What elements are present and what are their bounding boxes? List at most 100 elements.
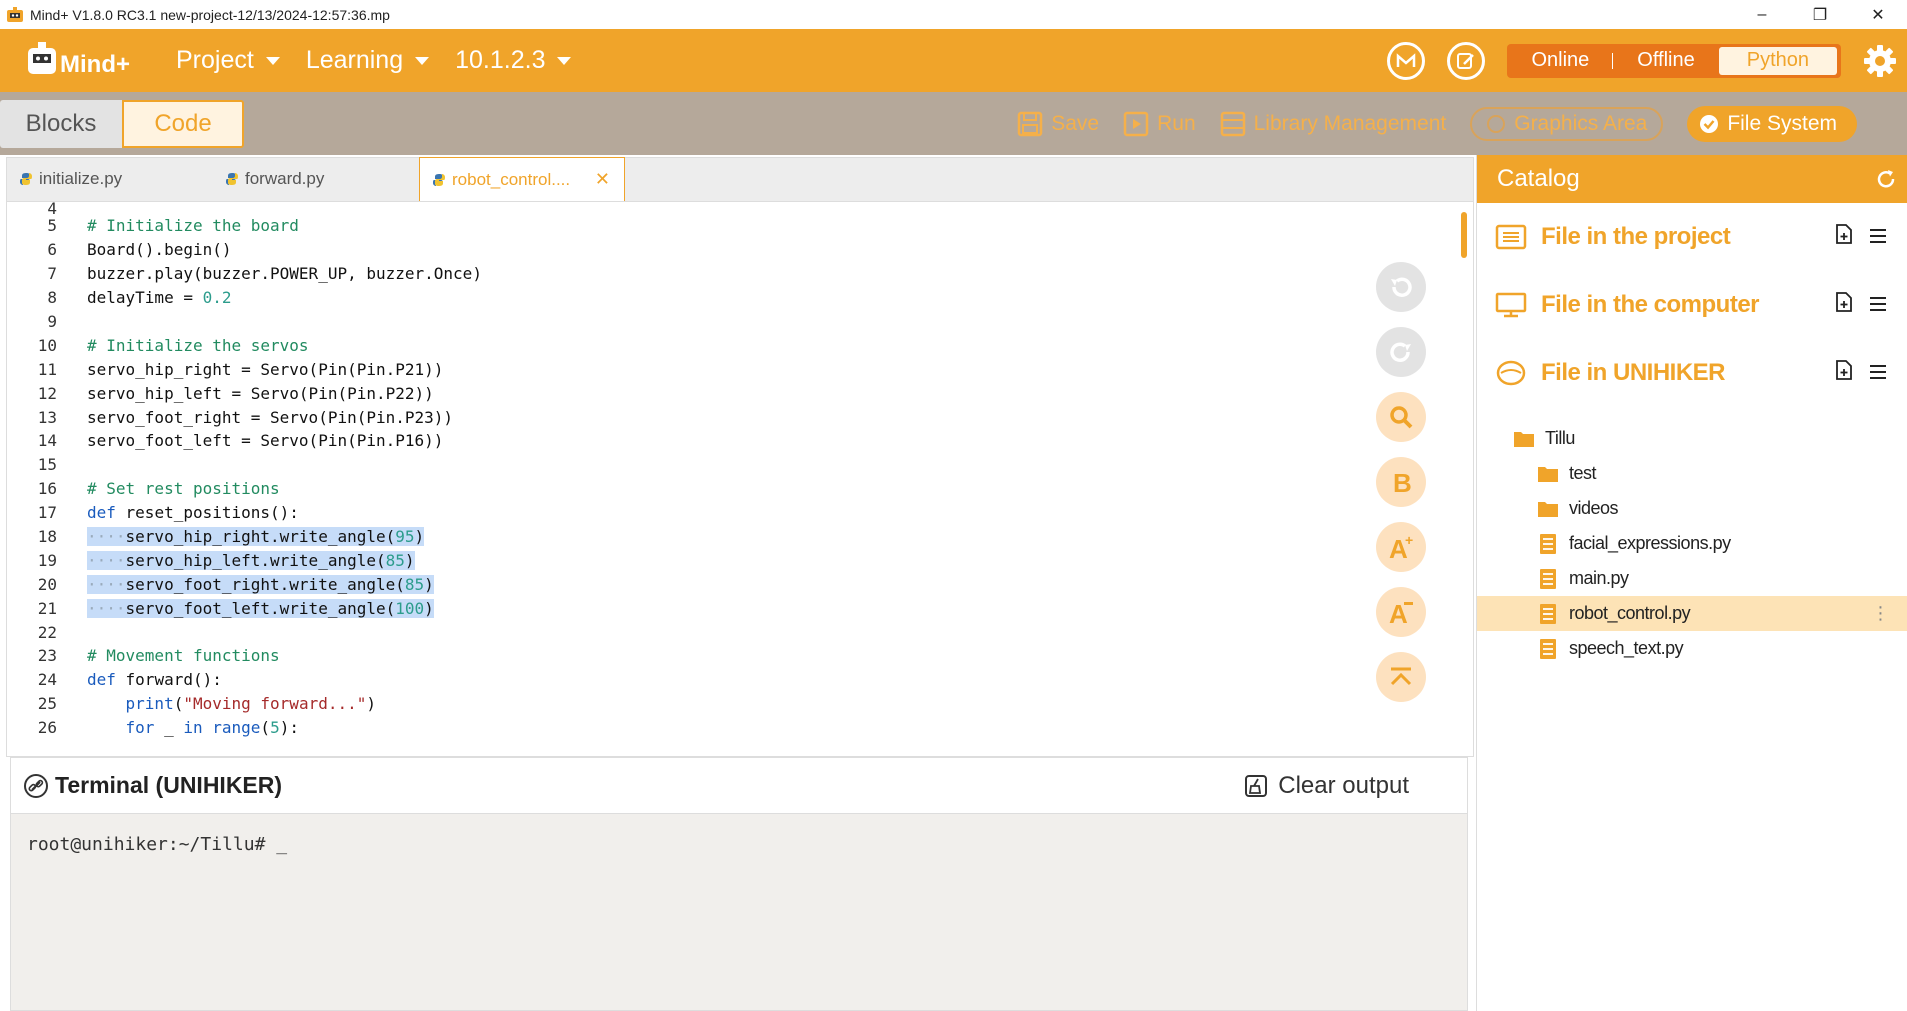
library-management-button[interactable]: Library Management	[1220, 111, 1447, 137]
section-file-in-project[interactable]: File in the project	[1477, 203, 1907, 271]
tree-item-label: main.py	[1569, 568, 1629, 588]
window-title: Mind+ V1.8.0 RC3.1 new-project-12/13/202…	[30, 6, 390, 23]
window-titlebar: Mind+ V1.8.0 RC3.1 new-project-12/13/202…	[0, 0, 1907, 29]
line-number: 23	[37, 646, 57, 666]
tab-robot-control-py[interactable]: robot_control.... ✕	[419, 157, 625, 201]
code-line: 24 def forward():	[7, 668, 1467, 692]
tree-file-robot-control[interactable]: robot_control.py ⋮	[1477, 596, 1907, 631]
menu-learning[interactable]: Learning	[306, 46, 430, 75]
menu-hamburger-icon[interactable]	[1869, 223, 1887, 251]
file-system-button[interactable]: File System	[1687, 105, 1857, 142]
mind-plus-community-button[interactable]	[1387, 41, 1426, 80]
maximize-button[interactable]: ❐	[1791, 0, 1849, 29]
scroll-top-button[interactable]	[1376, 652, 1426, 702]
line-number: 19	[37, 550, 57, 570]
clear-output-label: Clear output	[1278, 771, 1409, 799]
indent-guide: ····	[87, 598, 126, 618]
code-line: 26 for _ in range(5):	[7, 716, 1467, 740]
terminal-title: Terminal (UNIHIKER)	[23, 772, 282, 799]
font-decrease-button[interactable]: A	[1376, 587, 1426, 637]
close-icon[interactable]: ✕	[595, 169, 610, 190]
tree-folder-tillu[interactable]: Tillu	[1477, 421, 1907, 456]
tree-file-facial-expressions[interactable]: facial_expressions.py	[1477, 526, 1907, 561]
mode-offline-button[interactable]: Offline	[1613, 44, 1718, 78]
code-text: (	[173, 694, 184, 714]
menu-project[interactable]: Project	[176, 46, 280, 75]
file-tabs-bar: initialize.py forward.py robot_control..…	[7, 157, 1473, 202]
font-increase-button[interactable]: A +	[1376, 522, 1426, 572]
code-number: 85	[385, 550, 405, 570]
line-number: 16	[37, 479, 57, 499]
svg-text:+: +	[1405, 532, 1413, 548]
code-line: 18 ····servo_hip_right.write_angle(95)	[7, 525, 1467, 549]
terminal-output[interactable]: root@unihiker:~/Tillu# _	[11, 814, 1467, 875]
graphics-area-button[interactable]: Graphics Area	[1470, 106, 1664, 141]
mode-python-button[interactable]: Python	[1718, 46, 1837, 75]
new-file-icon[interactable]	[1835, 223, 1853, 251]
feedback-button[interactable]	[1447, 41, 1486, 80]
editor-scrollbar[interactable]	[1461, 212, 1467, 258]
section-file-in-computer[interactable]: File in the computer	[1477, 271, 1907, 339]
code-text: servo_hip_right = Servo(Pin(Pin.P21))	[87, 359, 444, 379]
editor-side-tools: B A + A	[1376, 262, 1426, 717]
code-text: forward():	[115, 670, 222, 690]
tree-folder-videos[interactable]: videos	[1477, 491, 1907, 526]
code-line: 6 Board().begin()	[7, 238, 1467, 262]
menu-hamburger-icon[interactable]	[1869, 359, 1887, 387]
code-line: 14 servo_foot_left = Servo(Pin(Pin.P16))	[7, 429, 1467, 453]
tree-item-label: test	[1569, 463, 1597, 483]
tree-item-label: speech_text.py	[1569, 638, 1684, 658]
tab-initialize-py[interactable]: initialize.py	[7, 157, 213, 201]
blocks-tab[interactable]: Blocks	[0, 99, 122, 148]
new-file-icon[interactable]	[1835, 291, 1853, 319]
new-file-icon[interactable]	[1835, 359, 1853, 387]
code-text: (	[260, 718, 271, 738]
line-number: 11	[37, 359, 57, 379]
minimize-button[interactable]: –	[1733, 0, 1791, 29]
mode-online-button[interactable]: Online	[1507, 44, 1614, 78]
code-line: 22	[7, 620, 1467, 644]
gear-icon[interactable]	[1863, 44, 1897, 78]
redo-icon	[1390, 342, 1411, 362]
format-code-button[interactable]: B	[1376, 457, 1426, 507]
more-vertical-icon[interactable]: ⋮	[1872, 603, 1890, 624]
code-tab[interactable]: Code	[122, 99, 244, 148]
save-label: Save	[1051, 111, 1100, 135]
bold-b-icon: B	[1393, 468, 1412, 496]
undo-button[interactable]	[1376, 262, 1426, 312]
code-string: "Moving forward..."	[183, 694, 367, 714]
section-label: File in the project	[1541, 223, 1731, 250]
code-keyword: def	[87, 503, 116, 523]
menu-hamburger-icon[interactable]	[1869, 291, 1887, 319]
tab-forward-py[interactable]: forward.py	[213, 157, 419, 201]
menu-device-ip[interactable]: 10.1.2.3	[455, 46, 572, 75]
code-text: servo_foot_right = Servo(Pin(Pin.P23))	[87, 407, 454, 427]
run-label: Run	[1157, 111, 1196, 135]
save-button[interactable]: Save	[1017, 111, 1099, 137]
run-button[interactable]: Run	[1123, 111, 1196, 137]
code-line: 20 ····servo_foot_right.write_angle(85)	[7, 572, 1467, 596]
folder-icon	[1538, 501, 1558, 517]
code-line: 15	[7, 453, 1467, 477]
tree-file-main[interactable]: main.py	[1477, 561, 1907, 596]
file-icon	[1540, 603, 1556, 624]
code-text: servo_foot_left = Servo(Pin(Pin.P16))	[87, 431, 444, 451]
close-window-button[interactable]: ✕	[1849, 0, 1907, 29]
refresh-icon[interactable]	[1875, 168, 1897, 190]
line-number: 18	[37, 527, 57, 547]
tree-file-speech-text[interactable]: speech_text.py	[1477, 631, 1907, 666]
redo-button[interactable]	[1376, 327, 1426, 377]
tree-folder-test[interactable]: test	[1477, 456, 1907, 491]
search-button[interactable]	[1376, 392, 1426, 442]
code-line: 25 print("Moving forward...")	[7, 692, 1467, 716]
folder-icon	[1538, 466, 1558, 482]
code-text: )	[414, 527, 425, 547]
tree-item-label: videos	[1569, 498, 1619, 518]
library-label: Library Management	[1253, 111, 1447, 135]
tree-item-label: robot_control.py	[1569, 603, 1691, 623]
code-text: )	[424, 574, 434, 594]
clear-output-button[interactable]: Clear output	[1244, 772, 1409, 800]
code-area[interactable]: 4 5 # Initialize the board 6 Board().begin…	[7, 202, 1467, 758]
line-number: 7	[47, 264, 57, 284]
section-file-in-unihiker[interactable]: File in UNIHIKER	[1477, 339, 1907, 407]
